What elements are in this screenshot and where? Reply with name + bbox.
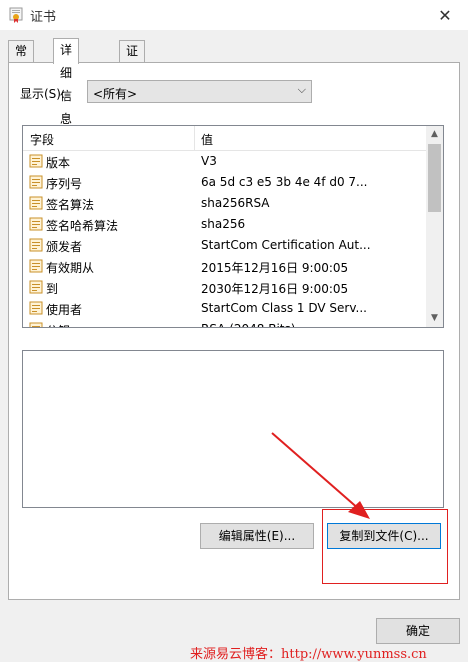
watermark-text: 来源易云博客：http://www.yunmss.cn — [190, 647, 427, 662]
edit-properties-button[interactable]: 编辑属性(E)... — [200, 523, 314, 549]
ok-button[interactable]: 确定 — [376, 618, 460, 644]
tab-details[interactable]: 详细信息 — [53, 38, 80, 126]
copy-to-file-button[interactable]: 复制到文件(C)... — [327, 523, 441, 549]
